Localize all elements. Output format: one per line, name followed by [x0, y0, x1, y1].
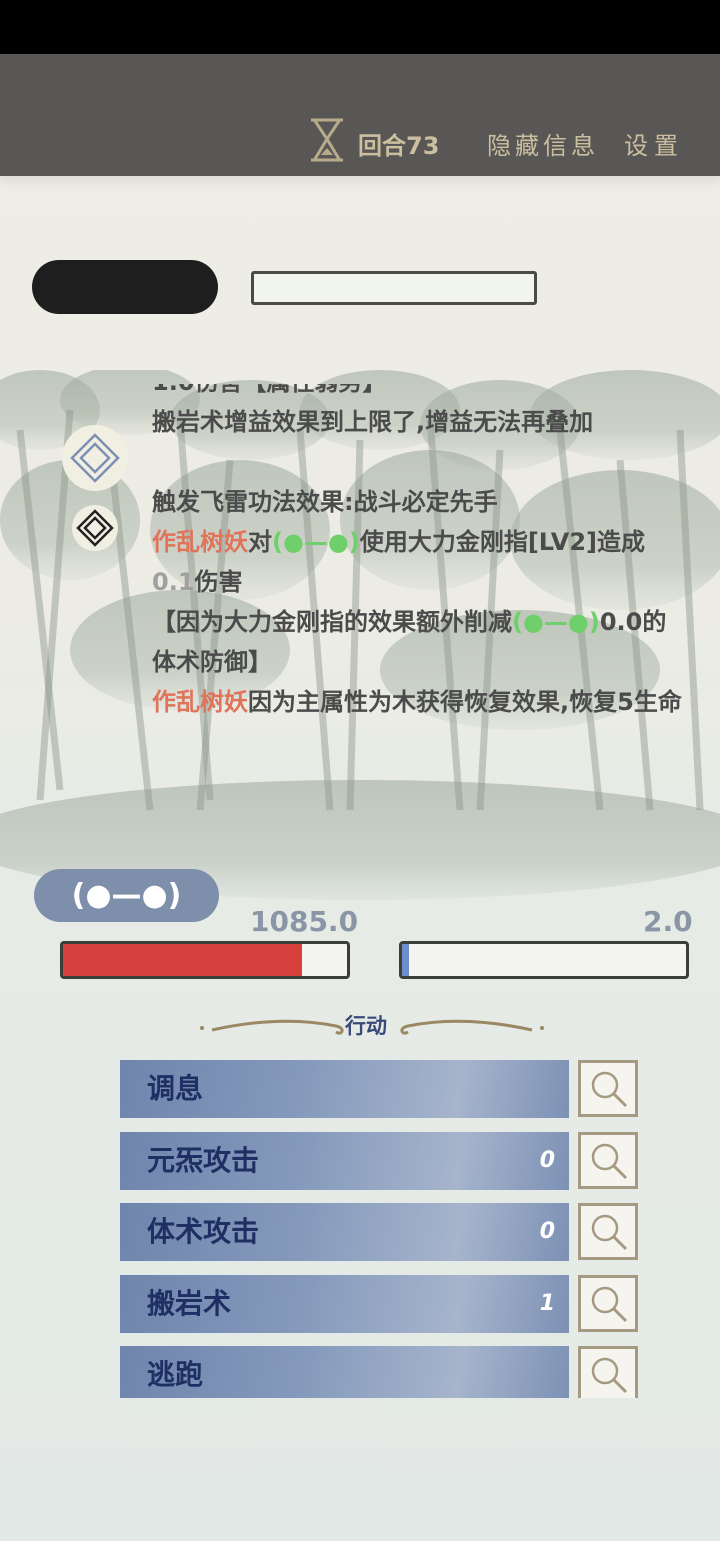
magnifier-icon-button[interactable] — [578, 1346, 638, 1398]
log-line: 作乱树妖对(●—●)使用大力金刚指[LV2]造成 0.1伤害 — [152, 522, 682, 602]
log-text: 使用大力金刚指[LV2]造成 — [359, 528, 646, 556]
skill-diamond-icon-small[interactable] — [72, 505, 118, 551]
action-button[interactable]: 体术攻击 0 — [120, 1203, 569, 1261]
log-line: 【因为大力金刚指的效果额外削减(●—●)0.0的体术防御】 — [152, 602, 682, 682]
magnifier-icon-button[interactable] — [578, 1132, 638, 1189]
log-text: 因为主属性为木获得恢复效果,恢复5生命 — [248, 688, 682, 716]
action-label: 元炁攻击 — [147, 1144, 260, 1177]
battle-log: 1.0伤害【属性弱势】搬岩术增益效果到上限了,增益无法再叠加 触发飞雷功法效果:… — [152, 384, 682, 784]
magnifier-icon — [591, 1071, 628, 1108]
action-label: 体术攻击 — [147, 1215, 260, 1248]
player-name-pill: (●—●) — [34, 869, 219, 922]
actions-list: 调息元炁攻击 0 体术攻击 0 搬岩术 1 逃跑 — [0, 1055, 720, 1398]
action-label: 搬岩术 — [147, 1287, 232, 1320]
magnifier-icon-button[interactable] — [578, 1060, 638, 1117]
log-line: 作乱树妖因为主属性为木获得恢复效果,恢复5生命 — [152, 682, 682, 722]
action-count: 1 — [539, 1291, 555, 1316]
action-button[interactable]: 搬岩术 1 — [120, 1275, 569, 1333]
player-name-text: (●—●) — [272, 528, 360, 556]
action-count: 0 — [539, 1219, 555, 1244]
log-text: 触发飞雷功法效果:战斗必定先手 — [152, 488, 498, 516]
log-text: 1.0伤害【属性弱势】 — [152, 384, 387, 396]
hide-info-button[interactable]: 隐藏信息 — [487, 126, 599, 161]
magnifier-icon-button[interactable] — [578, 1203, 638, 1260]
magnifier-icon — [591, 1286, 628, 1323]
hourglass-icon — [311, 118, 343, 162]
player-hp-bar — [60, 941, 350, 979]
enemy-name-text: 作乱树妖 — [152, 528, 248, 556]
player-hp-fill — [63, 944, 302, 976]
player-mp-fill — [402, 944, 410, 976]
action-button[interactable]: 调息 — [120, 1060, 569, 1118]
player-mp-value: 2.0 — [643, 905, 693, 938]
log-line: 1.0伤害【属性弱势】 — [152, 384, 682, 402]
enemy-hp-bar — [251, 271, 537, 305]
log-line: 搬岩术增益效果到上限了,增益无法再叠加 — [152, 402, 682, 442]
log-text: 伤害 — [194, 568, 243, 596]
action-label: 逃跑 — [147, 1358, 204, 1391]
round-counter: 回合73 — [358, 132, 440, 160]
action-button[interactable]: 元炁攻击 0 — [120, 1132, 569, 1190]
player-hp-value: 1085.0 — [250, 905, 359, 938]
player-name-text: (●—●) — [512, 608, 600, 636]
log-line: 触发飞雷功法效果:战斗必定先手 — [152, 482, 682, 522]
magnifier-icon — [591, 1357, 628, 1394]
log-text: 【因为大力金刚指的效果额外削减 — [152, 608, 512, 636]
magnifier-icon — [591, 1214, 628, 1251]
log-text: 对 — [248, 528, 272, 556]
status-bar — [0, 0, 720, 54]
enemy-name-pill — [32, 260, 218, 314]
magnifier-icon-button[interactable] — [578, 1275, 638, 1332]
magnifier-icon — [591, 1143, 628, 1180]
action-count: 0 — [539, 1148, 555, 1173]
settings-button[interactable]: 设置 — [624, 126, 684, 161]
player-mp-bar — [399, 941, 689, 979]
action-button[interactable]: 逃跑 — [120, 1346, 569, 1398]
log-text: 0.1 — [152, 568, 195, 596]
enemy-name-text: 作乱树妖 — [152, 688, 248, 716]
action-label: 调息 — [147, 1072, 204, 1105]
actions-title: 行动 — [345, 1014, 387, 1038]
skill-diamond-icon-large[interactable] — [62, 425, 128, 491]
diamond-icon — [76, 509, 114, 547]
log-text: 搬岩术增益效果到上限了,增益无法再叠加 — [152, 408, 594, 436]
diamond-icon — [70, 433, 120, 483]
